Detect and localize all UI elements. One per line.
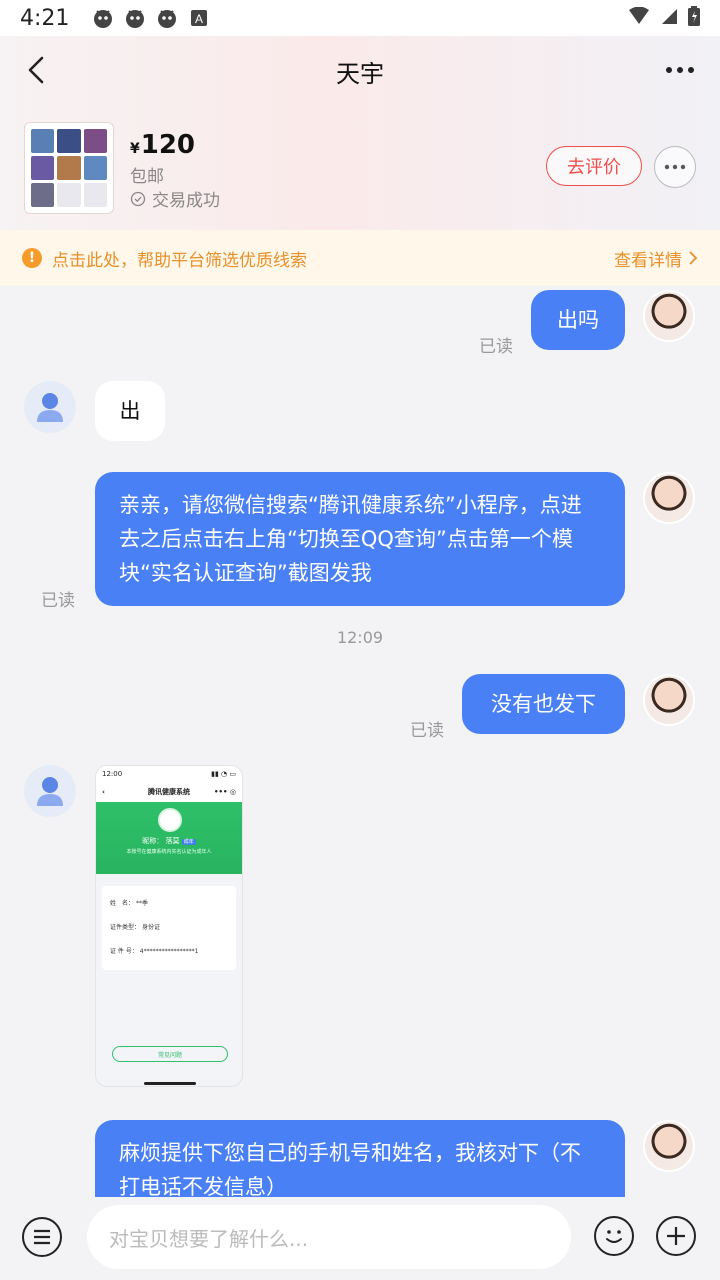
product-more-button[interactable] <box>654 146 696 188</box>
product-card[interactable]: ¥120 包邮 交易成功 去评价 <box>0 108 720 228</box>
product-thumbnail[interactable] <box>24 122 114 214</box>
warning-icon: ! <box>22 248 42 268</box>
menu-lines-icon <box>34 1229 50 1245</box>
read-receipt: 已读 <box>41 591 75 611</box>
view-details-link[interactable]: 查看详情 <box>614 246 698 271</box>
shot-title: 腾讯健康系统 <box>148 788 190 796</box>
message-bubble[interactable]: 没有也发下 <box>462 674 625 734</box>
back-button[interactable] <box>18 52 54 88</box>
review-button[interactable]: 去评价 <box>546 146 642 186</box>
seller-avatar[interactable] <box>24 381 76 433</box>
read-receipt: 已读 <box>410 721 444 741</box>
shot-row: 证件类型： 身份证 <box>110 916 228 940</box>
status-bar: 4:21 A <box>0 0 720 36</box>
chevron-right-icon <box>689 251 698 265</box>
signal-icon <box>660 7 678 29</box>
chat-title: 天宇 <box>336 59 384 88</box>
back-arrow-icon <box>28 56 44 84</box>
message-bubble[interactable]: 亲亲，请您微信搜索“腾讯健康系统”小程序，点进去之后点击右上角“切换至QQ查询”… <box>95 472 625 606</box>
product-price: ¥120 <box>130 130 195 160</box>
more-dots-icon <box>666 67 694 73</box>
message-bubble[interactable]: 麻烦提供下您自己的手机号和姓名，我核对下（不打电话不发信息） <box>95 1120 625 1197</box>
shipping-label: 包邮 <box>130 167 164 187</box>
order-status-label: 交易成功 <box>152 191 220 211</box>
shot-row-label: 姓 名： <box>110 900 135 907</box>
emoji-button[interactable] <box>594 1216 634 1256</box>
my-avatar[interactable] <box>643 290 695 342</box>
nav-bar: 天宇 <box>0 36 720 106</box>
image-message[interactable]: 12:00 ▮▮ ◔ ▭ ‹ 腾讯健康系统 ••• ◎ 昵称： 落莫 成年 本账… <box>95 765 243 1087</box>
input-bar: 对宝贝想要了解什么... <box>0 1197 720 1280</box>
message-clip: 麻烦提供下您自己的手机号和姓名，我核对下（不打电话不发信息） <box>95 1120 625 1197</box>
app-notification-icon <box>92 7 114 29</box>
shot-tag: 成年 <box>181 839 196 845</box>
shot-row: 姓 名： **季 <box>110 892 228 916</box>
shot-row-label: 证 件 号： <box>110 948 138 955</box>
shot-row: 证 件 号： 4*****************1 <box>110 940 228 964</box>
currency-symbol: ¥ <box>130 141 140 157</box>
shot-home-indicator <box>144 1082 196 1085</box>
my-avatar[interactable] <box>643 674 695 726</box>
order-status: 交易成功 <box>130 186 220 211</box>
price-value: 120 <box>140 130 196 160</box>
user-silhouette-icon <box>37 777 63 806</box>
seller-avatar[interactable] <box>24 765 76 817</box>
shot-row-value: **季 <box>135 900 148 907</box>
user-silhouette-icon <box>37 393 63 422</box>
message-input[interactable]: 对宝贝想要了解什么... <box>87 1205 571 1269</box>
shot-nickname-value: 落莫 <box>165 837 180 845</box>
smiley-icon <box>606 1230 622 1243</box>
shot-time: 12:00 <box>102 770 123 778</box>
view-details-label: 查看详情 <box>614 250 682 271</box>
notice-banner[interactable]: ! 点击此处，帮助平台筛选优质线索 查看详情 <box>0 230 720 286</box>
shot-avatar <box>158 808 182 832</box>
wifi-icon <box>628 6 650 29</box>
menu-button[interactable] <box>22 1217 62 1257</box>
shot-back-icon: ‹ <box>102 788 105 796</box>
notice-text: 点击此处，帮助平台筛选优质线索 <box>52 250 307 271</box>
shot-profile-header: 昵称： 落莫 成年 本账号在健康系统内实名认证为成年人 <box>96 802 242 874</box>
svg-text:A: A <box>195 12 203 26</box>
message-input-placeholder: 对宝贝想要了解什么... <box>109 1226 309 1251</box>
message-bubble[interactable]: 出 <box>95 381 165 441</box>
my-avatar[interactable] <box>643 472 695 524</box>
shot-faq-button: 常见问题 <box>112 1046 228 1062</box>
shot-menu-icon: ••• ◎ <box>214 788 236 796</box>
shot-nickname: 昵称： 落莫 成年 <box>96 836 242 846</box>
shot-row-label: 证件类型： <box>110 924 141 931</box>
shot-status-bar: 12:00 ▮▮ ◔ ▭ <box>96 766 242 782</box>
message-bubble[interactable]: 出吗 <box>531 290 625 350</box>
app-notification-icon <box>156 7 178 29</box>
shot-row-value: 4*****************1 <box>139 948 199 955</box>
plus-icon <box>667 1227 685 1245</box>
shot-subtitle: 本账号在健康系统内实名认证为成年人 <box>126 849 212 855</box>
check-circle-icon <box>130 191 146 206</box>
read-receipt: 已读 <box>479 337 513 357</box>
status-time: 4:21 <box>20 5 70 31</box>
add-button[interactable] <box>656 1216 696 1256</box>
more-dots-icon <box>664 164 686 170</box>
keyboard-a-icon: A <box>188 7 210 29</box>
battery-icon <box>688 6 700 30</box>
shot-nickname-label: 昵称： <box>142 837 164 845</box>
shot-row-value: 身份证 <box>141 924 160 931</box>
shot-nav: ‹ 腾讯健康系统 ••• ◎ <box>96 782 242 802</box>
shot-info-card: 姓 名： **季 证件类型： 身份证 证 件 号： 4*************… <box>102 886 236 970</box>
my-avatar[interactable] <box>643 1120 695 1172</box>
chat-timestamp: 12:09 <box>336 628 384 647</box>
more-options-button[interactable] <box>660 54 700 86</box>
shot-signal-icon: ▮▮ ◔ ▭ <box>211 770 236 778</box>
app-notification-icon <box>124 7 146 29</box>
